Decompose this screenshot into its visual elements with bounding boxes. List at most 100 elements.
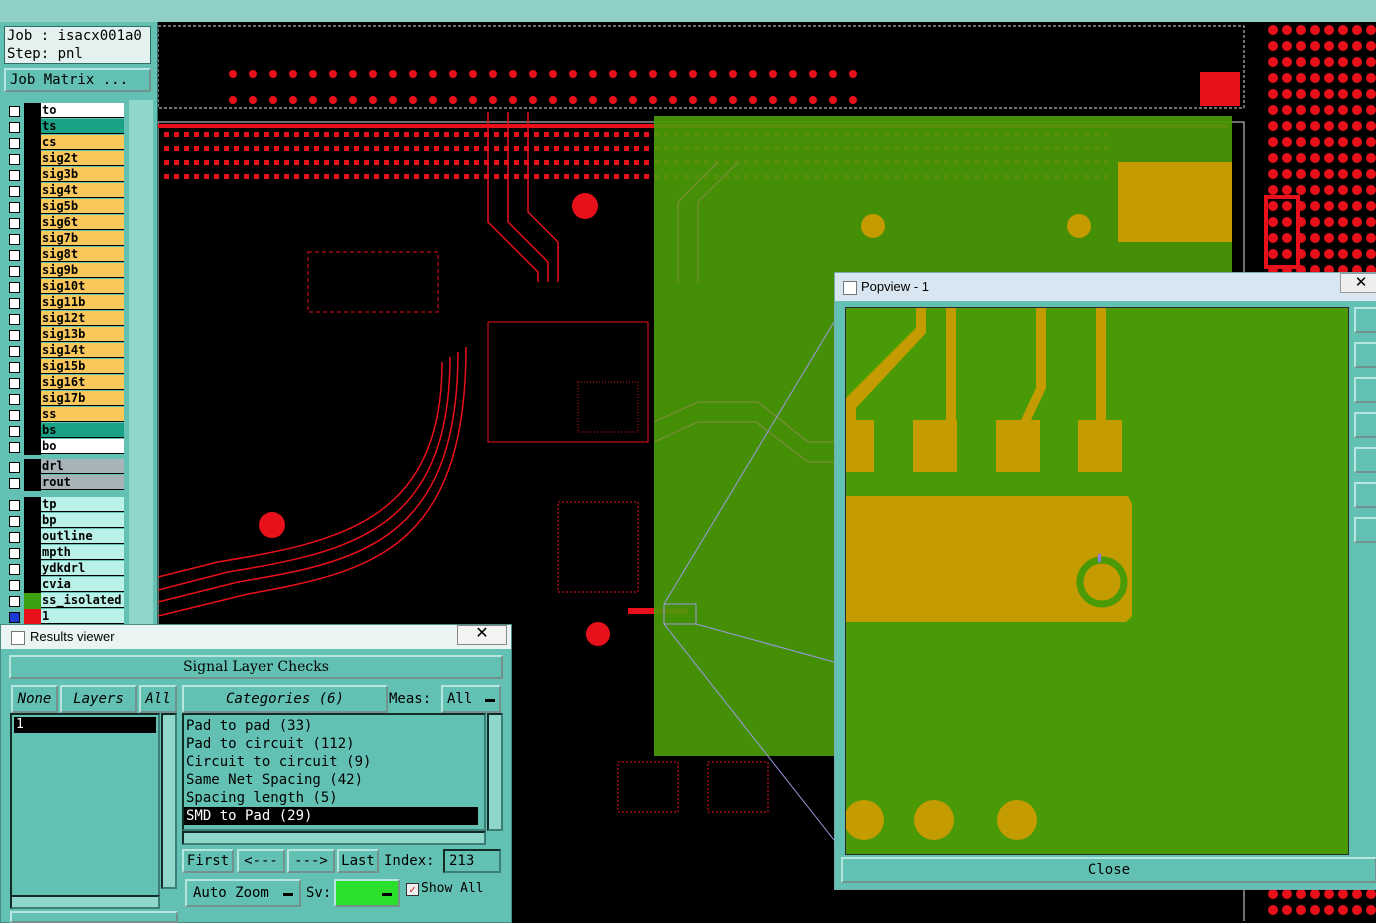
close-icon[interactable]: ✕ bbox=[457, 625, 507, 645]
layer-name[interactable]: sig5b bbox=[41, 199, 124, 214]
layer-checkbox[interactable] bbox=[9, 298, 20, 309]
popview-close-button[interactable]: Close bbox=[841, 857, 1376, 883]
toolbar-button-1[interactable] bbox=[1354, 307, 1376, 333]
layer-checkbox[interactable] bbox=[9, 250, 20, 261]
layer-row[interactable]: sig16t bbox=[6, 375, 125, 391]
layer-checkbox[interactable] bbox=[9, 154, 20, 165]
layer-name[interactable]: sig13b bbox=[41, 327, 124, 342]
layer-checkbox[interactable] bbox=[9, 186, 20, 197]
layer-row[interactable]: mpth bbox=[6, 545, 125, 561]
layer-checkbox[interactable] bbox=[9, 202, 20, 213]
layer-name[interactable]: ss bbox=[41, 407, 124, 422]
index-input[interactable]: 213 bbox=[443, 849, 501, 873]
layer-checkbox[interactable] bbox=[9, 234, 20, 245]
category-scrollbar[interactable] bbox=[487, 713, 503, 831]
layer-name[interactable]: 1 bbox=[41, 609, 124, 624]
layer-row[interactable]: cs bbox=[6, 135, 125, 151]
layer-name[interactable]: tp bbox=[41, 497, 124, 512]
layer-name[interactable]: ts bbox=[41, 119, 124, 134]
toolbar-button-3[interactable] bbox=[1354, 377, 1376, 403]
layer-checkbox[interactable] bbox=[9, 106, 20, 117]
layer-name[interactable]: cvia bbox=[41, 577, 124, 592]
layer-row[interactable]: ydkdrl bbox=[6, 561, 125, 577]
layer-row[interactable]: ss bbox=[6, 407, 125, 423]
layer-row[interactable]: sig4t bbox=[6, 183, 125, 199]
layer-name[interactable]: sig14t bbox=[41, 343, 124, 358]
layer-name[interactable]: mpth bbox=[41, 545, 124, 560]
layer-row[interactable]: ts bbox=[6, 119, 125, 135]
layer-checkbox[interactable] bbox=[9, 478, 20, 489]
layer-checkbox[interactable] bbox=[9, 462, 20, 473]
layer-checkbox[interactable] bbox=[9, 266, 20, 277]
layer-row[interactable]: sig3b bbox=[6, 167, 125, 183]
popview-canvas[interactable] bbox=[845, 307, 1349, 855]
layer-results-hscrollbar[interactable] bbox=[10, 895, 160, 909]
layer-checkbox[interactable] bbox=[9, 122, 20, 133]
layer-row[interactable]: rout bbox=[6, 475, 125, 491]
layer-row[interactable]: sig2t bbox=[6, 151, 125, 167]
category-item[interactable]: Pad to pad (33) bbox=[184, 717, 484, 735]
layer-row[interactable]: sig7b bbox=[6, 231, 125, 247]
layer-name[interactable]: sig11b bbox=[41, 295, 124, 310]
layer-row[interactable]: bs bbox=[6, 423, 125, 439]
toolbar-button-2[interactable] bbox=[1354, 342, 1376, 368]
layer-row[interactable]: to bbox=[6, 103, 125, 119]
layer-row[interactable]: 1 bbox=[6, 609, 125, 625]
layer-row[interactable]: sig12t bbox=[6, 311, 125, 327]
close-icon[interactable]: ✕ bbox=[1340, 273, 1376, 293]
layer-checkbox[interactable] bbox=[9, 170, 20, 181]
layer-checkbox[interactable] bbox=[9, 532, 20, 543]
layer-row[interactable]: sig8t bbox=[6, 247, 125, 263]
layer-row[interactable]: sig17b bbox=[6, 391, 125, 407]
layer-row[interactable]: sig14t bbox=[6, 343, 125, 359]
layer-name[interactable]: bo bbox=[41, 439, 124, 454]
layer-checkbox[interactable] bbox=[9, 362, 20, 373]
layer-checkbox[interactable] bbox=[9, 218, 20, 229]
layer-row[interactable]: sig5b bbox=[6, 199, 125, 215]
layer-row[interactable]: bo bbox=[6, 439, 125, 455]
sv-color-select[interactable] bbox=[334, 879, 400, 907]
layer-checkbox[interactable] bbox=[9, 612, 20, 623]
category-item[interactable]: Spacing length (5) bbox=[184, 789, 484, 807]
layer-checkbox[interactable] bbox=[9, 500, 20, 511]
layer-checkbox[interactable] bbox=[9, 314, 20, 325]
layer-row[interactable]: drl bbox=[6, 459, 125, 475]
layer-name[interactable]: bs bbox=[41, 423, 124, 438]
none-button[interactable]: None bbox=[11, 685, 58, 713]
layer-name[interactable]: sig2t bbox=[41, 151, 124, 166]
layer-name[interactable]: to bbox=[41, 103, 124, 118]
layer-name[interactable]: rout bbox=[41, 475, 124, 490]
show-all-checkbox[interactable]: ✓ bbox=[406, 883, 419, 896]
layer-row[interactable]: cvia bbox=[6, 577, 125, 593]
layer-checkbox[interactable] bbox=[9, 596, 20, 607]
layer-name[interactable]: sig16t bbox=[41, 375, 124, 390]
layer-checkbox[interactable] bbox=[9, 378, 20, 389]
all-button[interactable]: All bbox=[139, 685, 177, 713]
layer-name[interactable]: sig4t bbox=[41, 183, 124, 198]
layer-name[interactable]: outline bbox=[41, 529, 124, 544]
category-list[interactable]: Pad to pad (33) Pad to circuit (112) Circu… bbox=[182, 713, 486, 831]
layer-name[interactable]: sig3b bbox=[41, 167, 124, 182]
layer-name[interactable]: cs bbox=[41, 135, 124, 150]
layer-name[interactable]: sig6t bbox=[41, 215, 124, 230]
toolbar-button-4[interactable] bbox=[1354, 412, 1376, 438]
layer-row[interactable]: sig13b bbox=[6, 327, 125, 343]
layer-row[interactable]: outline bbox=[6, 529, 125, 545]
layer-name[interactable]: sig7b bbox=[41, 231, 124, 246]
layer-result-item[interactable]: 1 bbox=[14, 717, 156, 733]
layer-checkbox[interactable] bbox=[9, 330, 20, 341]
layer-name[interactable]: sig12t bbox=[41, 311, 124, 326]
layer-checkbox[interactable] bbox=[9, 394, 20, 405]
layer-results-list[interactable]: 1 bbox=[10, 713, 160, 899]
layer-checkbox[interactable] bbox=[9, 426, 20, 437]
layer-name[interactable]: bp bbox=[41, 513, 124, 528]
layer-row[interactable]: sig9b bbox=[6, 263, 125, 279]
layer-row[interactable]: ss_isolated bbox=[6, 593, 125, 609]
toolbar-button-7[interactable] bbox=[1354, 517, 1376, 543]
categories-button[interactable]: Categories (6) bbox=[182, 685, 388, 713]
auto-zoom-button[interactable]: Auto Zoom bbox=[185, 879, 301, 907]
layer-row[interactable]: bp bbox=[6, 513, 125, 529]
layer-checkbox[interactable] bbox=[9, 410, 20, 421]
last-button[interactable]: Last bbox=[337, 849, 379, 873]
layer-name[interactable]: sig15b bbox=[41, 359, 124, 374]
